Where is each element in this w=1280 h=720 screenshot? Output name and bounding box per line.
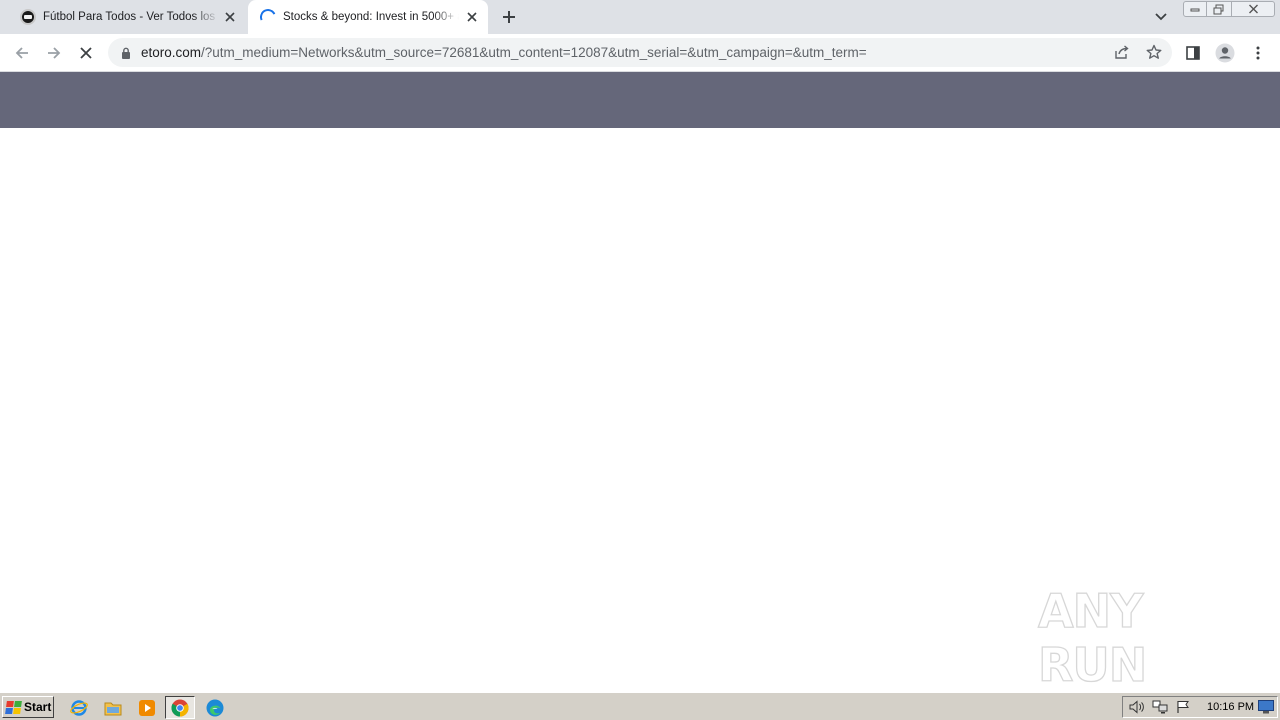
url-text: etoro.com/?utm_medium=Networks&utm_sourc… [141, 45, 867, 60]
url-path: /?utm_medium=Networks&utm_source=72681&u… [201, 45, 867, 60]
address-bar[interactable]: etoro.com/?utm_medium=Networks&utm_sourc… [108, 38, 1172, 67]
internet-explorer-icon[interactable] [69, 698, 89, 718]
file-explorer-folder-icon[interactable] [103, 698, 123, 718]
tab-strip: Fútbol Para Todos - Ver Todos los Partid… [0, 0, 1280, 34]
network-computers-icon[interactable] [1151, 698, 1169, 716]
share-icon[interactable] [1110, 40, 1134, 64]
window-restore-icon[interactable] [1206, 1, 1232, 17]
anyrun-watermark: ANY RUN [1037, 583, 1238, 692]
url-host: etoro.com [141, 45, 202, 60]
chrome-taskbar-button[interactable] [165, 696, 195, 719]
edge-browser-icon[interactable] [205, 698, 225, 718]
tab-close-icon[interactable] [464, 9, 480, 25]
windows-flag-icon [5, 700, 22, 714]
back-arrow-icon[interactable] [10, 41, 34, 65]
show-desktop-icon[interactable] [1258, 700, 1274, 714]
loading-spinner-icon [257, 6, 279, 28]
forward-arrow-icon[interactable] [42, 41, 66, 65]
tab-etoro[interactable]: Stocks & beyond: Invest in 5000+ assets [248, 0, 488, 34]
tab-close-icon[interactable] [222, 9, 238, 25]
tab-title: Fútbol Para Todos - Ver Todos los Partid… [43, 11, 219, 23]
media-player-icon[interactable] [137, 698, 157, 718]
profile-avatar-icon[interactable] [1213, 41, 1237, 65]
stop-loading-x-icon[interactable] [74, 41, 98, 65]
action-center-flag-icon[interactable] [1174, 698, 1192, 716]
kebab-menu-icon[interactable] [1246, 41, 1270, 65]
tab-title: Stocks & beyond: Invest in 5000+ assets [283, 11, 459, 23]
side-panel-icon[interactable] [1181, 41, 1205, 65]
watermark-text: ANY RUN [1037, 583, 1148, 692]
chrome-icon [171, 699, 189, 716]
window-minimize-icon[interactable] [1183, 1, 1207, 17]
tab-search-chevron-down-icon[interactable] [1151, 7, 1171, 27]
taskbar-clock[interactable]: 10:16 PM [1207, 701, 1254, 713]
lock-icon[interactable] [119, 46, 133, 60]
soccer-ball-icon [20, 9, 36, 25]
system-tray: 10:16 PM [1122, 696, 1278, 718]
window-close-icon[interactable] [1231, 1, 1275, 17]
browser-toolbar: etoro.com/?utm_medium=Networks&utm_sourc… [0, 34, 1280, 72]
volume-speaker-icon[interactable] [1128, 698, 1146, 716]
bookmark-star-icon[interactable] [1142, 40, 1166, 64]
new-tab-plus-icon[interactable] [497, 5, 521, 29]
start-button[interactable]: Start [2, 696, 54, 718]
windows-taskbar: Start 10:16 PM [0, 692, 1280, 720]
start-label: Start [24, 700, 52, 714]
page-header-bar [0, 72, 1280, 128]
tab-futbol-para-todos[interactable]: Fútbol Para Todos - Ver Todos los Partid… [8, 0, 246, 34]
